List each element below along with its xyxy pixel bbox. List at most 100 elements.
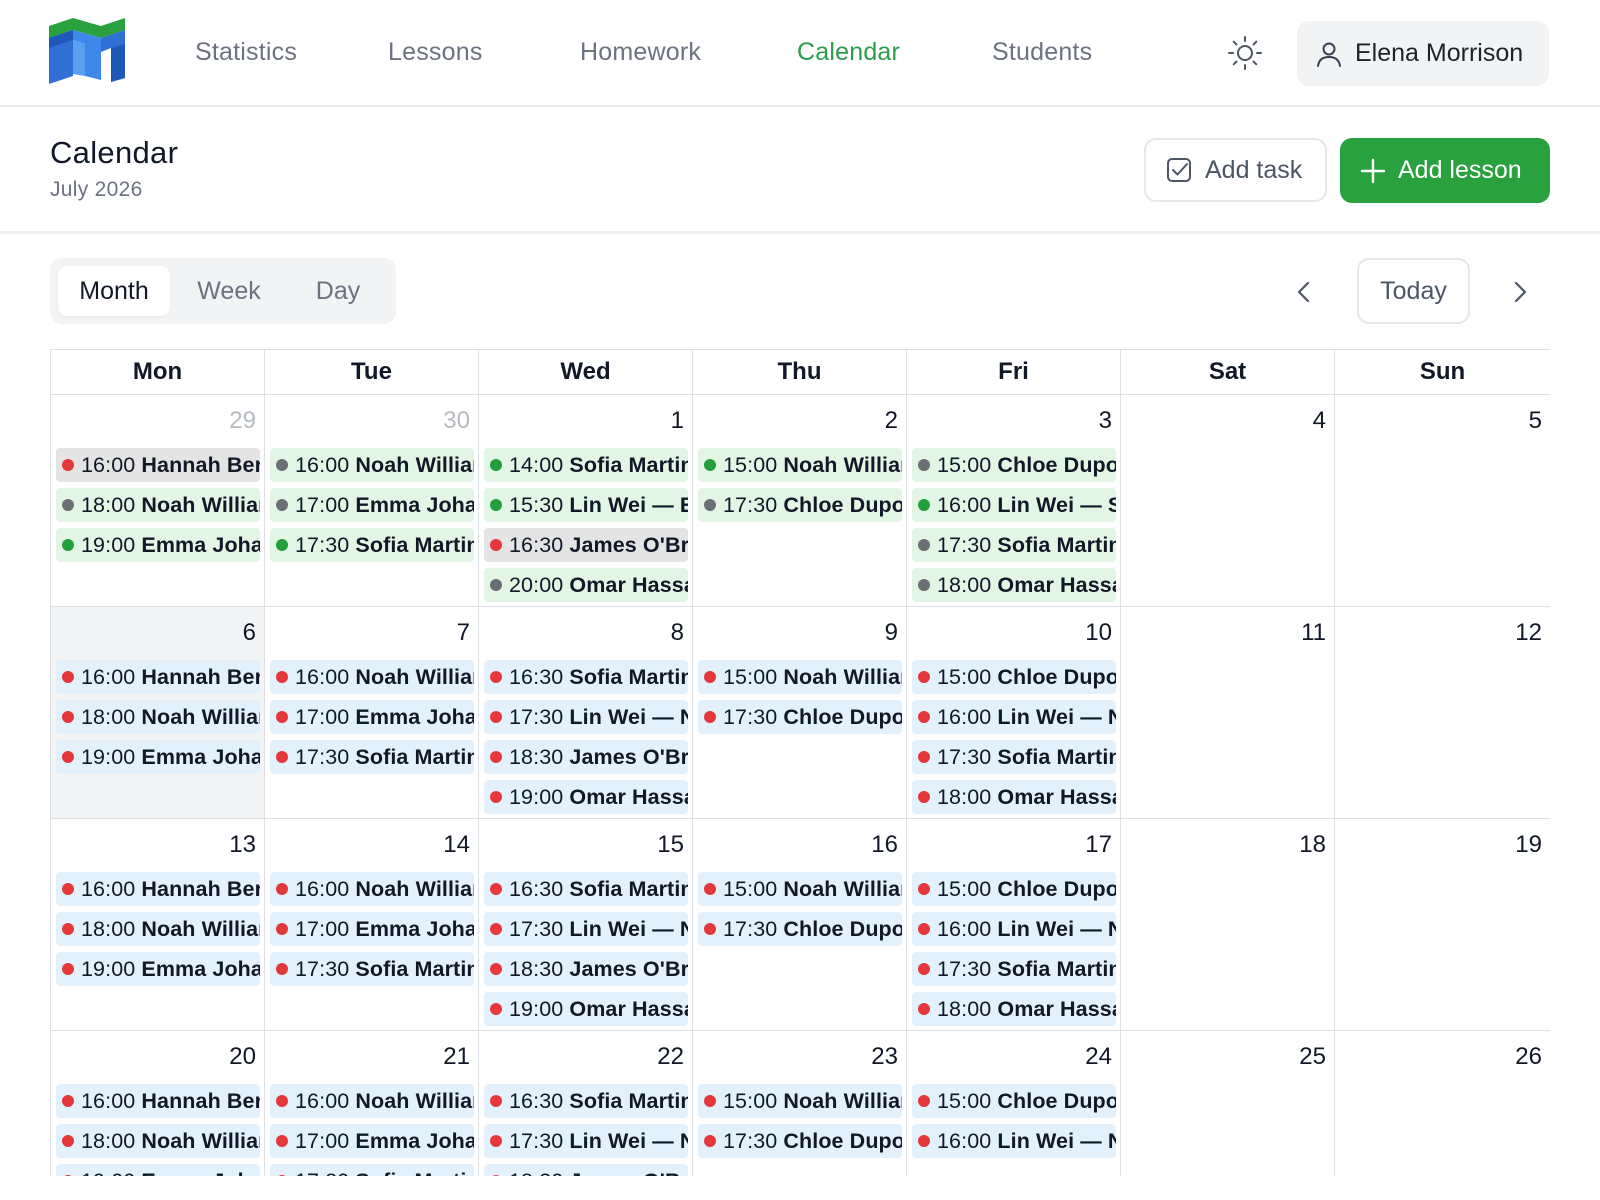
lesson-event[interactable]: 18:00 Noah Williams bbox=[56, 700, 260, 734]
lesson-event[interactable]: 16:00 Noah Williams bbox=[270, 872, 474, 906]
day-cell[interactable]: 2116:00 Noah Williams17:00 Emma Johansso… bbox=[265, 1031, 479, 1176]
day-cell[interactable]: 2016:00 Hannah Berg18:00 Noah Williams19… bbox=[51, 1031, 265, 1176]
day-cell[interactable]: 2216:30 Sofia Martinez17:30 Lin Wei — Ne… bbox=[479, 1031, 693, 1176]
day-cell[interactable]: 11 bbox=[1121, 607, 1335, 819]
lesson-event[interactable]: 16:30 Sofia Martinez bbox=[484, 872, 688, 906]
day-cell[interactable]: 19 bbox=[1335, 819, 1550, 1031]
lesson-event[interactable]: 18:00 Omar Hassan bbox=[912, 992, 1116, 1026]
lesson-event[interactable]: 17:30 Sofia Martinez bbox=[912, 528, 1116, 562]
day-cell[interactable]: 4 bbox=[1121, 395, 1335, 607]
lesson-event[interactable]: 16:00 Noah Williams bbox=[270, 660, 474, 694]
lesson-event[interactable]: 16:00 Noah Williams bbox=[270, 448, 474, 482]
lesson-event[interactable]: 19:00 Omar Hassan bbox=[484, 992, 688, 1026]
lesson-event[interactable]: 17:00 Emma Johansson bbox=[270, 1124, 474, 1158]
view-week-tab[interactable]: Week bbox=[178, 266, 280, 316]
lesson-event[interactable]: 18:30 James O'Brien bbox=[484, 740, 688, 774]
lesson-event[interactable]: 15:00 Noah Williams bbox=[698, 1084, 902, 1118]
view-month-tab[interactable]: Month bbox=[58, 266, 170, 316]
add-task-button[interactable]: Add task bbox=[1144, 138, 1327, 202]
lesson-event[interactable]: 18:00 Noah Williams bbox=[56, 912, 260, 946]
day-cell[interactable]: 26 bbox=[1335, 1031, 1550, 1176]
lesson-event[interactable]: 16:00 Lin Wei — New bbox=[912, 700, 1116, 734]
lesson-event[interactable]: 17:30 Chloe Dupont bbox=[698, 488, 902, 522]
day-cell[interactable]: 915:00 Noah Williams17:30 Chloe Dupont bbox=[693, 607, 907, 819]
nav-homework[interactable]: Homework bbox=[580, 38, 701, 67]
day-cell[interactable]: 1615:00 Noah Williams17:30 Chloe Dupont bbox=[693, 819, 907, 1031]
lesson-event[interactable]: 17:30 Sofia Martinez bbox=[270, 1164, 474, 1176]
day-cell[interactable]: 315:00 Chloe Dupont16:00 Lin Wei — Speak… bbox=[907, 395, 1121, 607]
day-cell[interactable]: 2916:00 Hannah Berg18:00 Noah Williams19… bbox=[51, 395, 265, 607]
previous-month-button[interactable] bbox=[1283, 270, 1327, 314]
sun-icon[interactable] bbox=[1227, 35, 1263, 71]
lesson-event[interactable]: 16:00 Lin Wei — New bbox=[912, 1124, 1116, 1158]
day-cell[interactable]: 1416:00 Noah Williams17:00 Emma Johansso… bbox=[265, 819, 479, 1031]
lesson-event[interactable]: 14:00 Sofia Martinez bbox=[484, 448, 688, 482]
today-button[interactable]: Today bbox=[1357, 258, 1470, 324]
user-menu-button[interactable]: Elena Morrison bbox=[1297, 21, 1549, 86]
lesson-event[interactable]: 16:30 James O'Brien bbox=[484, 528, 688, 562]
day-cell[interactable]: 18 bbox=[1121, 819, 1335, 1031]
lesson-event[interactable]: 15:00 Chloe Dupont bbox=[912, 872, 1116, 906]
lesson-event[interactable]: 15:00 Noah Williams bbox=[698, 660, 902, 694]
lesson-event[interactable]: 17:30 Lin Wei — New bbox=[484, 1124, 688, 1158]
view-day-tab[interactable]: Day bbox=[288, 266, 388, 316]
lesson-event[interactable]: 17:30 Lin Wei — New bbox=[484, 912, 688, 946]
lesson-event[interactable]: 18:00 Omar Hassan bbox=[912, 568, 1116, 602]
day-cell[interactable]: 2315:00 Noah Williams17:30 Chloe Dupont bbox=[693, 1031, 907, 1176]
lesson-event[interactable]: 18:00 Noah Williams bbox=[56, 488, 260, 522]
lesson-event[interactable]: 15:30 Lin Wei — English bbox=[484, 488, 688, 522]
lesson-event[interactable]: 18:00 Noah Williams bbox=[56, 1124, 260, 1158]
day-cell[interactable]: 2415:00 Chloe Dupont16:00 Lin Wei — New bbox=[907, 1031, 1121, 1176]
lesson-event[interactable]: 15:00 Noah Williams bbox=[698, 448, 902, 482]
lesson-event[interactable]: 17:30 Chloe Dupont bbox=[698, 912, 902, 946]
lesson-event[interactable]: 17:30 Sofia Martinez bbox=[912, 952, 1116, 986]
lesson-event[interactable]: 18:30 James O'Brien bbox=[484, 952, 688, 986]
day-cell[interactable]: 1516:30 Sofia Martinez17:30 Lin Wei — Ne… bbox=[479, 819, 693, 1031]
nav-statistics[interactable]: Statistics bbox=[195, 38, 297, 67]
lesson-event[interactable]: 15:00 Chloe Dupont bbox=[912, 1084, 1116, 1118]
lesson-event[interactable]: 16:00 Noah Williams bbox=[270, 1084, 474, 1118]
day-cell[interactable]: 25 bbox=[1121, 1031, 1335, 1176]
lesson-event[interactable]: 19:00 Emma Johansson bbox=[56, 1164, 260, 1176]
lesson-event[interactable]: 16:00 Lin Wei — New bbox=[912, 912, 1116, 946]
day-cell[interactable]: 12 bbox=[1335, 607, 1550, 819]
day-cell[interactable]: 215:00 Noah Williams17:30 Chloe Dupont bbox=[693, 395, 907, 607]
lesson-event[interactable]: 16:00 Lin Wei — Speaking bbox=[912, 488, 1116, 522]
lesson-event[interactable]: 19:00 Emma Johansson bbox=[56, 528, 260, 562]
lesson-event[interactable]: 17:00 Emma Johansson bbox=[270, 700, 474, 734]
lesson-event[interactable]: 19:00 Emma Johansson bbox=[56, 740, 260, 774]
day-cell[interactable]: 1715:00 Chloe Dupont16:00 Lin Wei — New1… bbox=[907, 819, 1121, 1031]
next-month-button[interactable] bbox=[1497, 270, 1541, 314]
lesson-event[interactable]: 16:00 Hannah Berg bbox=[56, 872, 260, 906]
lesson-event[interactable]: 17:30 Sofia Martinez bbox=[270, 528, 474, 562]
day-cell[interactable]: 3016:00 Noah Williams17:00 Emma Johansso… bbox=[265, 395, 479, 607]
nav-calendar[interactable]: Calendar bbox=[797, 38, 900, 67]
lesson-event[interactable]: 19:00 Omar Hassan bbox=[484, 780, 688, 814]
day-cell[interactable]: 1015:00 Chloe Dupont16:00 Lin Wei — New1… bbox=[907, 607, 1121, 819]
lesson-event[interactable]: 17:30 Sofia Martinez bbox=[270, 740, 474, 774]
day-cell[interactable]: 816:30 Sofia Martinez17:30 Lin Wei — New… bbox=[479, 607, 693, 819]
lesson-event[interactable]: 16:30 Sofia Martinez bbox=[484, 660, 688, 694]
lesson-event[interactable]: 15:00 Chloe Dupont bbox=[912, 448, 1116, 482]
lesson-event[interactable]: 19:00 Emma Johansson bbox=[56, 952, 260, 986]
add-lesson-button[interactable]: Add lesson bbox=[1340, 138, 1550, 203]
lesson-event[interactable]: 17:30 Sofia Martinez bbox=[270, 952, 474, 986]
lesson-event[interactable]: 17:00 Emma Johansson bbox=[270, 488, 474, 522]
lesson-event[interactable]: 16:00 Hannah Berg bbox=[56, 448, 260, 482]
nav-lessons[interactable]: Lessons bbox=[388, 38, 483, 67]
lesson-event[interactable]: 16:30 Sofia Martinez bbox=[484, 1084, 688, 1118]
lesson-event[interactable]: 16:00 Hannah Berg bbox=[56, 1084, 260, 1118]
app-logo[interactable] bbox=[49, 18, 125, 88]
lesson-event[interactable]: 15:00 Noah Williams bbox=[698, 872, 902, 906]
day-cell[interactable]: 114:00 Sofia Martinez15:30 Lin Wei — Eng… bbox=[479, 395, 693, 607]
lesson-event[interactable]: 15:00 Chloe Dupont bbox=[912, 660, 1116, 694]
lesson-event[interactable]: 17:30 Chloe Dupont bbox=[698, 1124, 902, 1158]
lesson-event[interactable]: 17:30 Lin Wei — New bbox=[484, 700, 688, 734]
lesson-event[interactable]: 16:00 Hannah Berg bbox=[56, 660, 260, 694]
day-cell[interactable]: 5 bbox=[1335, 395, 1550, 607]
day-cell[interactable]: 616:00 Hannah Berg18:00 Noah Williams19:… bbox=[51, 607, 265, 819]
lesson-event[interactable]: 20:00 Omar Hassan bbox=[484, 568, 688, 602]
lesson-event[interactable]: 17:30 Chloe Dupont bbox=[698, 700, 902, 734]
lesson-event[interactable]: 17:30 Sofia Martinez bbox=[912, 740, 1116, 774]
day-cell[interactable]: 716:00 Noah Williams17:00 Emma Johansson… bbox=[265, 607, 479, 819]
